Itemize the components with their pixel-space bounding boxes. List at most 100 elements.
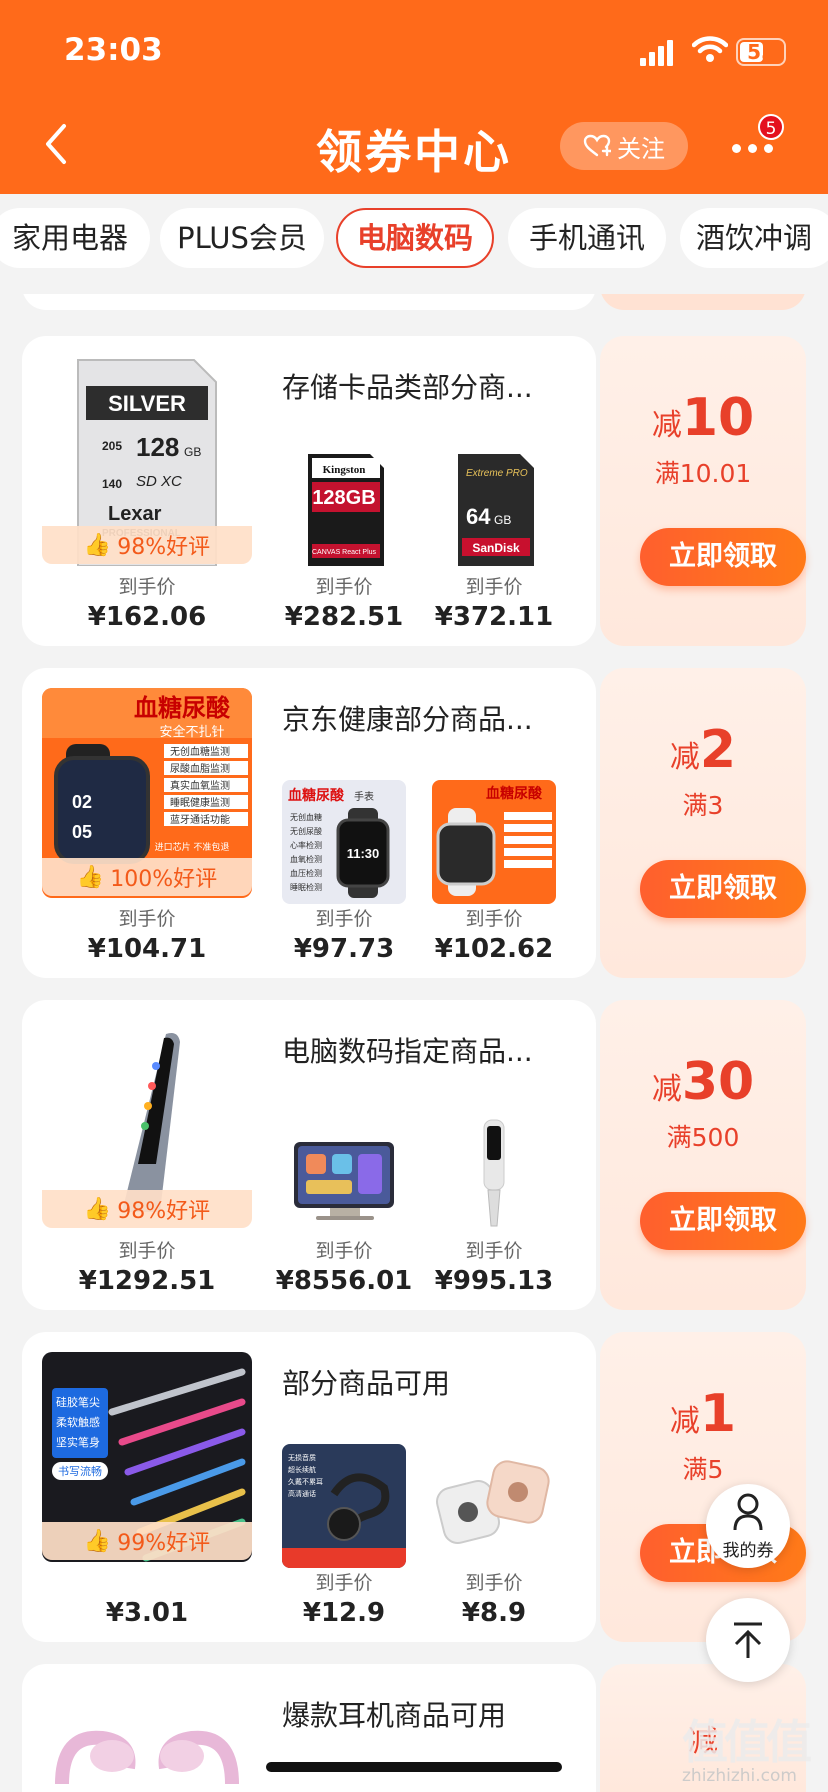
svg-text:140: 140 <box>102 477 122 491</box>
kingston-sd-card-image[interactable]: Kingston 128GB CANVAS React Plus <box>282 448 406 572</box>
coupon-value-panel: 减2 满3 立即领取 <box>600 668 806 978</box>
tablet-image[interactable] <box>282 1112 406 1236</box>
coupon-title[interactable]: 爆款耳机商品可用 <box>282 1694 506 1734</box>
svg-text:血压检测: 血压检测 <box>290 868 322 878</box>
tab-plus-member[interactable]: PLUS会员 <box>160 208 324 268</box>
min-spend: 满5 <box>682 1455 724 1484</box>
battery-level: 55 <box>747 40 775 64</box>
svg-text:128GB: 128GB <box>312 487 375 509</box>
header-bar: 23:03 55 领券中心 关注 5 <box>0 0 828 194</box>
coupon-value-panel: 减30 满500 立即领取 <box>600 1000 806 1310</box>
discount-amount: 减10 <box>651 388 755 448</box>
rating-badge: 👍 98%好评 <box>42 526 252 564</box>
site-watermark: 值值值 zhizhizhi.com <box>682 1706 822 1786</box>
pink-earphones-image[interactable] <box>42 1704 252 1792</box>
white-pen-image[interactable] <box>432 1112 556 1236</box>
svg-text:64: 64 <box>466 504 491 529</box>
tab-home-appliances[interactable]: 家用电器 <box>0 208 150 268</box>
min-spend: 满10.01 <box>654 459 752 488</box>
thumbs-up-icon: 👍 <box>83 1196 112 1222</box>
coupon-card: SILVER 205 128 GB 140 SD XC Lexar PROFES… <box>22 336 806 646</box>
final-price: ¥995.13 <box>434 1266 554 1296</box>
svg-text:真实血氧监测: 真实血氧监测 <box>170 779 230 792</box>
svg-text:GB: GB <box>184 445 201 459</box>
coupon-products-panel[interactable]: 爆款耳机商品可用 <box>22 1664 596 1792</box>
status-time: 23:03 <box>64 32 163 68</box>
svg-text:血糖尿酸: 血糖尿酸 <box>288 787 345 804</box>
price-label: 到手价 <box>118 908 176 930</box>
claim-coupon-button[interactable]: 立即领取 <box>640 528 806 586</box>
svg-text:Kingston: Kingston <box>323 464 366 476</box>
svg-text:SILVER: SILVER <box>108 391 186 416</box>
price-label: 到手价 <box>118 1240 176 1262</box>
coupon-title[interactable]: 存储卡品类部分商... <box>282 366 533 406</box>
arrow-up-icon <box>734 1622 762 1658</box>
claim-coupon-button[interactable]: 立即领取 <box>640 860 806 918</box>
svg-text:手表: 手表 <box>354 790 374 803</box>
final-price: ¥8.9 <box>461 1598 527 1628</box>
price-label: 到手价 <box>315 1240 373 1262</box>
coupon-products-panel[interactable]: 👍 98%好评 电脑数码指定商品... 到手价 到手价 到手价 ¥1292.51… <box>22 1000 596 1310</box>
coupon-value-panel: 减1 满5 立即领取 <box>600 1332 806 1642</box>
svg-text:蓝牙通话功能: 蓝牙通话功能 <box>170 813 230 826</box>
wifi-icon <box>692 36 728 62</box>
price-label: 到手价 <box>315 908 373 930</box>
svg-text:硅胶笔尖: 硅胶笔尖 <box>56 1395 100 1409</box>
category-tabs: 家用电器 PLUS会员 电脑数码 手机通讯 酒饮冲调 <box>0 194 828 294</box>
thumbs-up-icon: 👍 <box>76 864 105 890</box>
min-spend: 满500 <box>666 1123 740 1152</box>
my-coupons-button[interactable]: 我的券 <box>706 1484 790 1568</box>
final-price: ¥3.01 <box>105 1598 189 1628</box>
tab-computer-digital[interactable]: 电脑数码 <box>336 208 494 268</box>
final-price: ¥282.51 <box>284 602 404 632</box>
rating-text: 98%好评 <box>117 535 211 560</box>
sandisk-sd-card-image[interactable]: Extreme PRO 64 GB SanDisk <box>432 448 556 572</box>
price-label: 到手价 <box>465 1572 523 1594</box>
final-price: ¥8556.01 <box>275 1266 413 1296</box>
earphone-case-image[interactable] <box>432 1444 556 1568</box>
follow-label: 关注 <box>617 134 665 163</box>
price-label: 到手价 <box>315 576 373 598</box>
coupon-value-panel: 减10 满10.01 立即领取 <box>600 336 806 646</box>
coupon-title[interactable]: 京东健康部分商品... <box>282 698 533 738</box>
orange-band-watch-image[interactable]: 血糖尿酸 <box>432 780 556 904</box>
battery-icon: 55 <box>736 38 786 66</box>
final-price: ¥104.71 <box>87 934 207 964</box>
rating-text: 100%好评 <box>110 867 218 892</box>
claim-coupon-button[interactable]: 立即领取 <box>640 1192 806 1250</box>
price-label: 到手价 <box>118 576 176 598</box>
coupon-products-panel[interactable]: 硅胶笔尖 柔软触感 坚实笔身 书写流畅 👍 99%好评 部分商品可用 无损音质 … <box>22 1332 596 1642</box>
svg-text:GB: GB <box>494 513 511 527</box>
discount-amount: 减1 <box>669 1384 737 1444</box>
svg-text:05: 05 <box>72 822 92 842</box>
coupon-title[interactable]: 部分商品可用 <box>282 1362 450 1402</box>
tab-mobile-communication[interactable]: 手机通讯 <box>508 208 666 268</box>
min-spend: 满3 <box>682 791 724 820</box>
coupon-card: 硅胶笔尖 柔软触感 坚实笔身 书写流畅 👍 99%好评 部分商品可用 无损音质 … <box>22 1332 806 1642</box>
price-label: 到手价 <box>465 1240 523 1262</box>
svg-text:Lexar: Lexar <box>108 503 162 525</box>
coupon-products-panel[interactable]: SILVER 205 128 GB 140 SD XC Lexar PROFES… <box>22 336 596 646</box>
svg-text:血糖尿酸: 血糖尿酸 <box>486 785 543 802</box>
earphones-image[interactable]: 无损音质 超长续航 久戴不累耳 高清通话 <box>282 1444 406 1568</box>
svg-text:无创血糖: 无创血糖 <box>290 812 322 822</box>
final-price: ¥102.62 <box>434 934 554 964</box>
svg-text:128: 128 <box>136 432 179 462</box>
svg-text:无创尿酸: 无创尿酸 <box>290 826 322 836</box>
heart-plus-icon <box>583 134 611 157</box>
coupon-title[interactable]: 电脑数码指定商品... <box>282 1030 533 1070</box>
svg-text:无创血糖监测: 无创血糖监测 <box>170 745 230 758</box>
follow-button[interactable]: 关注 <box>560 122 688 170</box>
final-price: ¥1292.51 <box>78 1266 216 1296</box>
final-price: ¥372.11 <box>434 602 554 632</box>
svg-text:11:30: 11:30 <box>347 846 380 861</box>
svg-text:CANVAS React Plus: CANVAS React Plus <box>312 549 377 556</box>
smartwatch-features-image[interactable]: 血糖尿酸 手表 无创血糖 无创尿酸 心率检测 血氧检测 血压检测 睡眠检测 11… <box>282 780 406 904</box>
coupon-products-panel[interactable]: 血糖尿酸 安全不扎针 02 05 无创血糖监测 尿酸血脂监测 真实血氧监测 睡眠… <box>22 668 596 978</box>
coupon-card: 👍 98%好评 电脑数码指定商品... 到手价 到手价 到手价 ¥1292.51… <box>22 1000 806 1310</box>
back-to-top-button[interactable] <box>706 1598 790 1682</box>
cellular-signal-icon <box>640 36 680 66</box>
discount-amount: 减30 <box>651 1052 755 1112</box>
svg-text:205: 205 <box>102 439 122 453</box>
tab-beverages[interactable]: 酒饮冲调 <box>680 208 828 268</box>
